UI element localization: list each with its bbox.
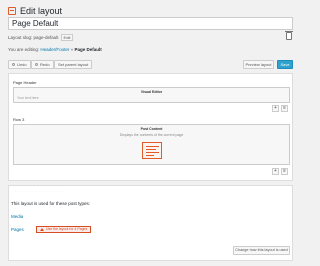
warning-icon [40,228,44,231]
preview-layout-button[interactable]: Preview layout [243,60,274,69]
set-parent-label: Set parent layout [58,62,89,67]
usage-heading: · · · · · · · · · · · · · · [15,189,62,194]
cell-description: Displays the contents of the current pag… [119,133,184,137]
row-actions: + ≡ [272,168,288,175]
cell-hint: Your text here [17,96,39,100]
breadcrumb-prefix: You are editing: [8,47,40,52]
usage-item-media[interactable]: Media [11,214,23,219]
cell-title: Visual Editor [140,90,163,94]
slug-edit-button[interactable]: Edit [60,34,74,41]
trash-icon[interactable] [285,31,293,40]
page-header: Edit layout [8,6,62,16]
redo-icon [35,63,38,66]
save-button[interactable]: Save [277,60,293,69]
add-row-button[interactable]: + [272,105,279,112]
document-icon [142,142,162,159]
row-menu-icon[interactable]: ≡ [281,105,288,112]
layout-name-input[interactable]: Page Default [8,17,293,30]
slug-label: Layout slug: page-default [8,35,59,40]
layout-icon [8,7,16,15]
set-parent-layout-button[interactable]: Set parent layout [54,60,93,69]
breadcrumb-separator: » [70,47,74,52]
breadcrumb: You are editing: Header/Footer » Page De… [8,47,102,52]
layout-editor: Page Header Visual Editor Your text here… [8,73,293,181]
row-label-page-header: Page Header [13,80,37,85]
cell-title: Post Content [140,127,163,131]
row-label-row-3: Row 3 [13,117,25,122]
row-menu-icon[interactable]: ≡ [281,168,288,175]
undo-icon [12,63,15,66]
redo-button[interactable]: Redo [31,60,54,69]
usage-item-pages[interactable]: Pages [11,227,24,232]
undo-button[interactable]: Undo [8,60,31,69]
warning-text: Use the layout for 4 Pages [46,227,88,231]
page-title: Edit layout [20,6,63,16]
cell-visual-editor[interactable]: Visual Editor Your text here [13,87,290,103]
add-row-button[interactable]: + [272,168,279,175]
row-actions: + ≡ [272,105,288,112]
pages-warning-badge[interactable]: Use the layout for 4 Pages [36,226,92,233]
cell-post-content[interactable]: Post Content Displays the contents of th… [13,124,290,165]
change-usage-button[interactable]: Change how this layout is used [233,246,290,255]
redo-label: Redo [40,62,50,67]
undo-label: Undo [17,62,27,67]
breadcrumb-current: Page Default [74,47,102,52]
breadcrumb-parent-link[interactable]: Header/Footer [40,47,69,52]
layout-usage-panel: · · · · · · · · · · · · · · This layout … [8,185,293,261]
slug-row: Layout slug: page-default Edit [8,34,74,41]
usage-title: This layout is used for these post types… [11,201,91,206]
